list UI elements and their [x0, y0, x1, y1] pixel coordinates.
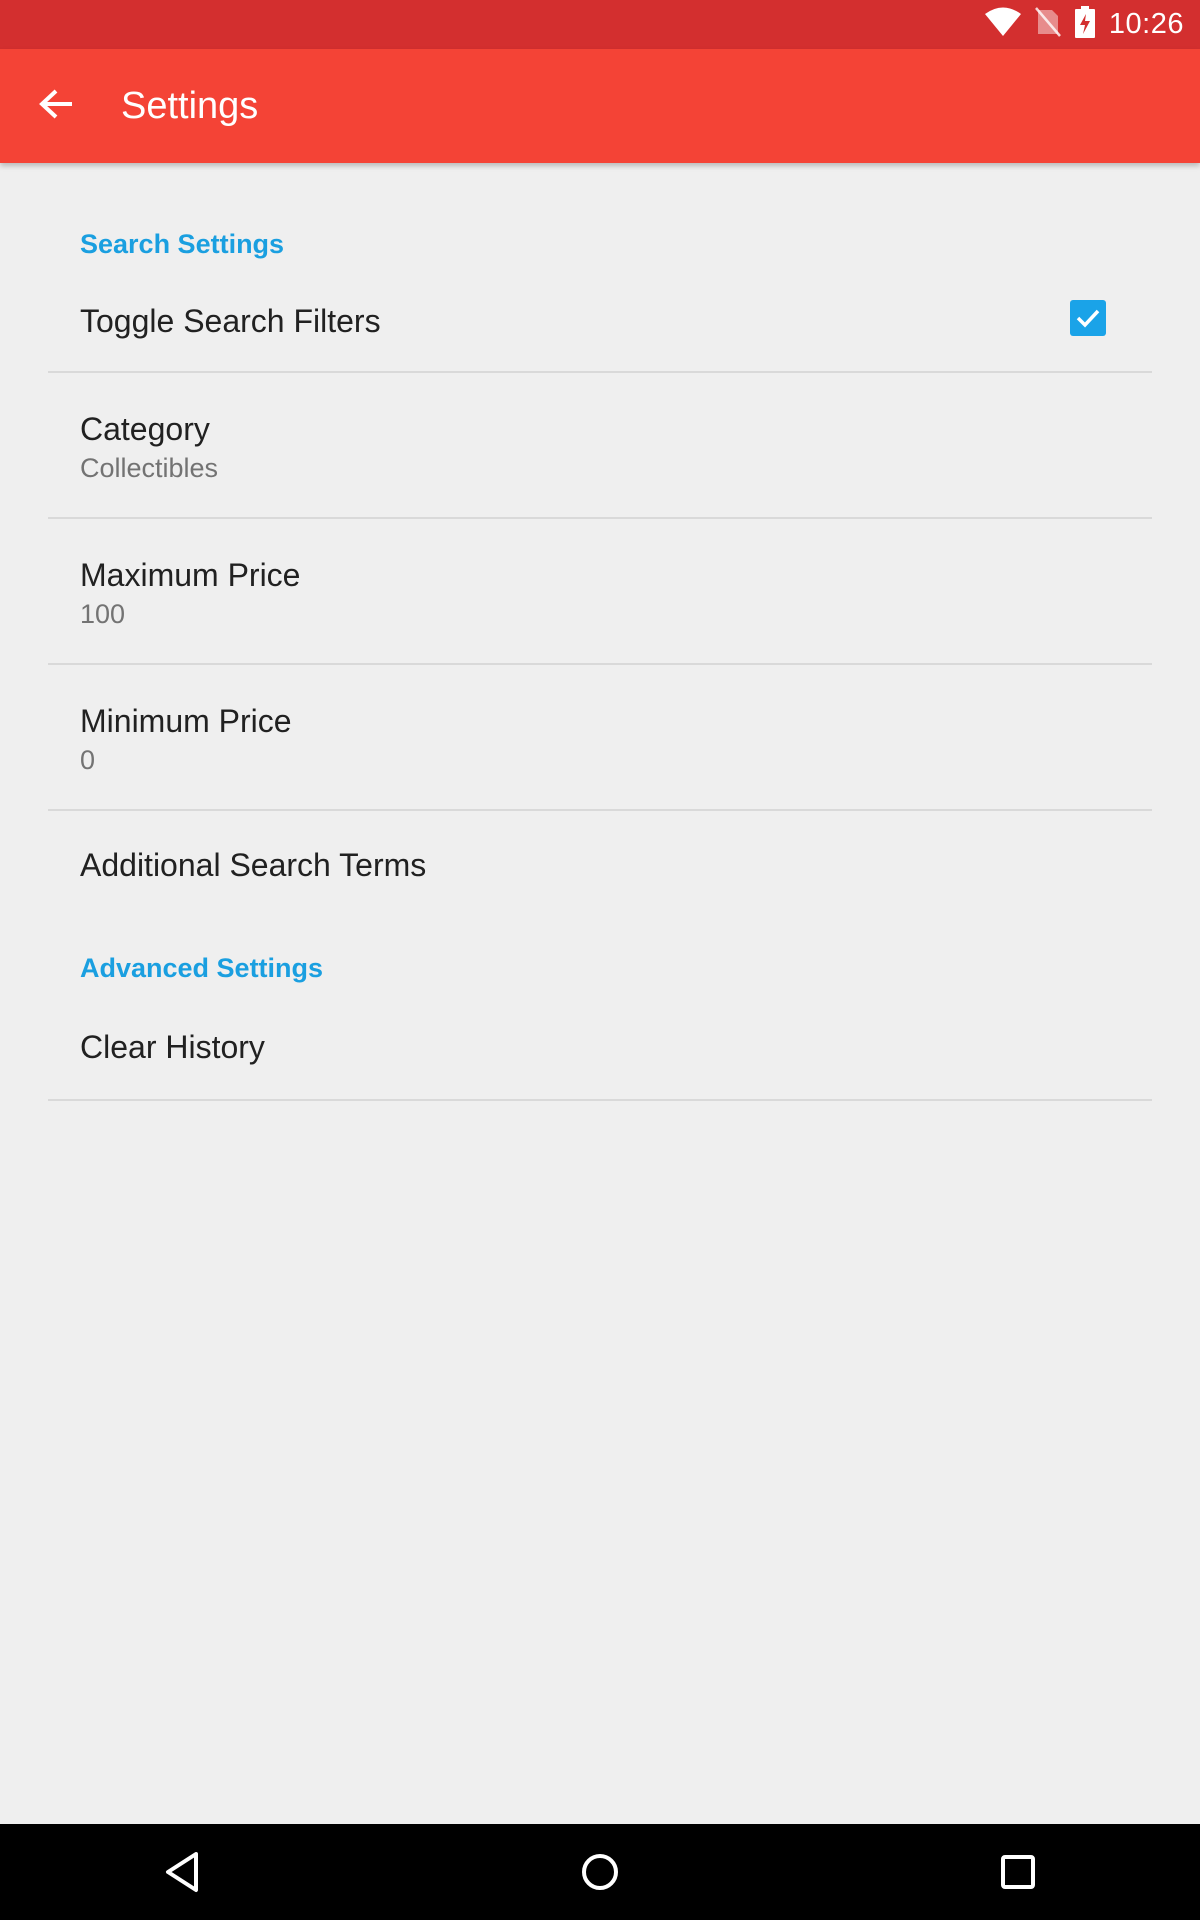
toggle-search-filters-checkbox[interactable]: [1070, 300, 1106, 336]
nav-back-button[interactable]: [122, 1824, 242, 1920]
section-header-advanced-settings: Advanced Settings: [80, 953, 324, 983]
pref-title: Maximum Price: [80, 557, 301, 593]
pref-maximum-price[interactable]: Maximum Price 100: [48, 519, 1152, 665]
pref-title: Additional Search Terms: [80, 847, 427, 883]
pref-clear-history[interactable]: Clear History: [48, 1003, 1152, 1101]
navigation-bar: [0, 1824, 1200, 1920]
pref-title: Minimum Price: [80, 703, 292, 739]
wifi-icon: [984, 7, 1021, 42]
pref-minimum-price[interactable]: Minimum Price 0: [48, 665, 1152, 811]
pref-category[interactable]: Category Collectibles: [48, 373, 1152, 519]
recents-square-icon: [1001, 1855, 1035, 1889]
pref-summary: 0: [80, 745, 96, 775]
page-title: Settings: [121, 85, 259, 127]
no-sim-icon: [1034, 7, 1061, 42]
arrow-back-icon: [38, 86, 74, 127]
home-circle-icon: [582, 1854, 618, 1890]
nav-recents-button[interactable]: [958, 1824, 1078, 1920]
pref-summary: 100: [80, 599, 126, 629]
pref-title: Clear History: [80, 1029, 265, 1065]
pref-title: Toggle Search Filters: [80, 303, 381, 339]
pref-toggle-search-filters[interactable]: Toggle Search Filters: [48, 281, 1152, 373]
section-header-search-settings: Search Settings: [80, 229, 285, 259]
pref-additional-search-terms[interactable]: Additional Search Terms: [48, 811, 1152, 919]
status-icons: 10:26: [984, 0, 1184, 49]
back-triangle-icon: [166, 1852, 198, 1892]
back-button[interactable]: [24, 74, 88, 138]
nav-home-button[interactable]: [540, 1824, 660, 1920]
pref-title: Category: [80, 411, 210, 447]
status-time: 10:26: [1108, 8, 1184, 40]
status-bar: 10:26: [0, 0, 1200, 49]
pref-summary: Collectibles: [80, 453, 219, 483]
battery-charging-icon: [1074, 6, 1095, 43]
app-bar: Settings: [0, 49, 1200, 163]
checkmark-icon: [1076, 309, 1100, 328]
